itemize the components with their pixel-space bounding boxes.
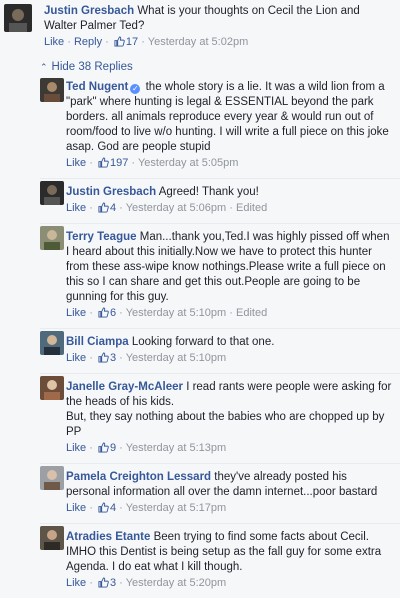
avatar[interactable] [40,78,64,102]
like-count[interactable]: 3 [110,352,116,364]
reply-comment: Pamela Creighton Lessard they've already… [0,464,400,523]
avatar[interactable] [40,181,64,205]
reply-comment: Bill Ciampa Looking forward to that one.… [0,329,400,373]
comment-meta: Like · 4 · Yesterday at 5:17pm [66,501,394,517]
comment-text: Looking forward to that one. [131,336,275,348]
avatar[interactable] [40,226,64,250]
thumbs-up-icon [98,307,109,322]
avatar[interactable] [40,526,64,550]
chevron-up-icon: ⌃ [40,62,48,72]
thumbs-up-icon [98,577,109,592]
comment-author[interactable]: Terry Teague [66,231,137,243]
reply-comment: Janelle Gray-McAleer I read rants were p… [0,374,400,463]
top-comment: Justin Gresbach What is your thoughts on… [0,0,400,58]
comment-text-continued: But, they say nothing about the babies w… [66,411,385,438]
like-count[interactable]: 3 [110,577,116,589]
avatar[interactable] [40,331,64,355]
comment-author[interactable]: Pamela Creighton Lessard [66,471,211,483]
timestamp[interactable]: Yesterday at 5:10pm [126,307,227,319]
edited-label[interactable]: Edited [236,202,267,214]
comment-thread: Justin Gresbach What is your thoughts on… [0,0,400,589]
edited-label[interactable]: Edited [236,307,267,319]
like-count[interactable]: 6 [110,307,116,319]
like-link[interactable]: Like [66,307,86,319]
replies-list: Ted Nugent ✓ the whole story is a lie. It… [0,76,400,598]
thumbs-up-icon [114,36,125,51]
comment-author[interactable]: Janelle Gray-McAleer [66,381,183,393]
timestamp[interactable]: Yesterday at 5:17pm [126,502,227,514]
timestamp[interactable]: Yesterday at 5:10pm [126,352,227,364]
reply-comment: Atradies Etante Been trying to find some… [0,524,400,598]
reply-comment: Terry Teague Man...thank you,Ted.I was h… [0,224,400,328]
timestamp[interactable]: Yesterday at 5:05pm [138,157,239,169]
like-count[interactable]: 17 [126,36,138,48]
like-link[interactable]: Like [66,157,86,169]
timestamp[interactable]: Yesterday at 5:13pm [126,442,227,454]
comment-meta: Like · 3 · Yesterday at 5:10pm [66,351,394,367]
comment-meta: Like · 3 · Yesterday at 5:20pm [66,576,394,592]
comment-author[interactable]: Atradies Etante [66,531,150,543]
like-link[interactable]: Like [66,352,86,364]
reply-link[interactable]: Reply [74,36,102,48]
timestamp[interactable]: Yesterday at 5:02pm [148,36,249,48]
comment-author[interactable]: Justin Gresbach [44,5,134,17]
hide-replies-label: Hide 38 Replies [51,61,133,73]
like-count[interactable]: 4 [110,502,116,514]
thumbs-up-icon [98,157,109,172]
avatar[interactable] [4,4,32,32]
comment-text: Agreed! Thank you! [158,186,259,198]
reply-comment: Ted Nugent ✓ the whole story is a lie. It… [0,76,400,178]
comment-author[interactable]: Ted Nugent [66,81,128,93]
verified-badge-icon: ✓ [130,84,141,94]
comment-author[interactable]: Justin Gresbach [66,186,156,198]
timestamp[interactable]: Yesterday at 5:06pm [126,202,227,214]
like-link[interactable]: Like [44,36,64,48]
comment-meta: Like · 197 · Yesterday at 5:05pm [66,156,394,172]
thumbs-up-icon [98,502,109,517]
comment-meta: Like · 9 · Yesterday at 5:13pm [66,441,394,457]
reply-comment: Justin Gresbach Agreed! Thank you! Like … [0,179,400,223]
like-link[interactable]: Like [66,577,86,589]
like-count[interactable]: 4 [110,202,116,214]
hide-replies-link[interactable]: ⌃ Hide 38 Replies [0,58,400,76]
avatar[interactable] [40,376,64,400]
comment-meta: Like · Reply · 17 · Yesterday at 5:02pm [44,35,394,51]
thumbs-up-icon [98,352,109,367]
thumbs-up-icon [98,442,109,457]
like-link[interactable]: Like [66,202,86,214]
comment-meta: Like · 4 · Yesterday at 5:06pm · Edited [66,201,394,217]
like-count[interactable]: 9 [110,442,116,454]
timestamp[interactable]: Yesterday at 5:20pm [126,577,227,589]
comment-meta: Like · 6 · Yesterday at 5:10pm · Edited [66,306,394,322]
thumbs-up-icon [98,202,109,217]
like-count[interactable]: 197 [110,157,128,169]
like-link[interactable]: Like [66,502,86,514]
comment-author[interactable]: Bill Ciampa [66,336,129,348]
like-link[interactable]: Like [66,442,86,454]
